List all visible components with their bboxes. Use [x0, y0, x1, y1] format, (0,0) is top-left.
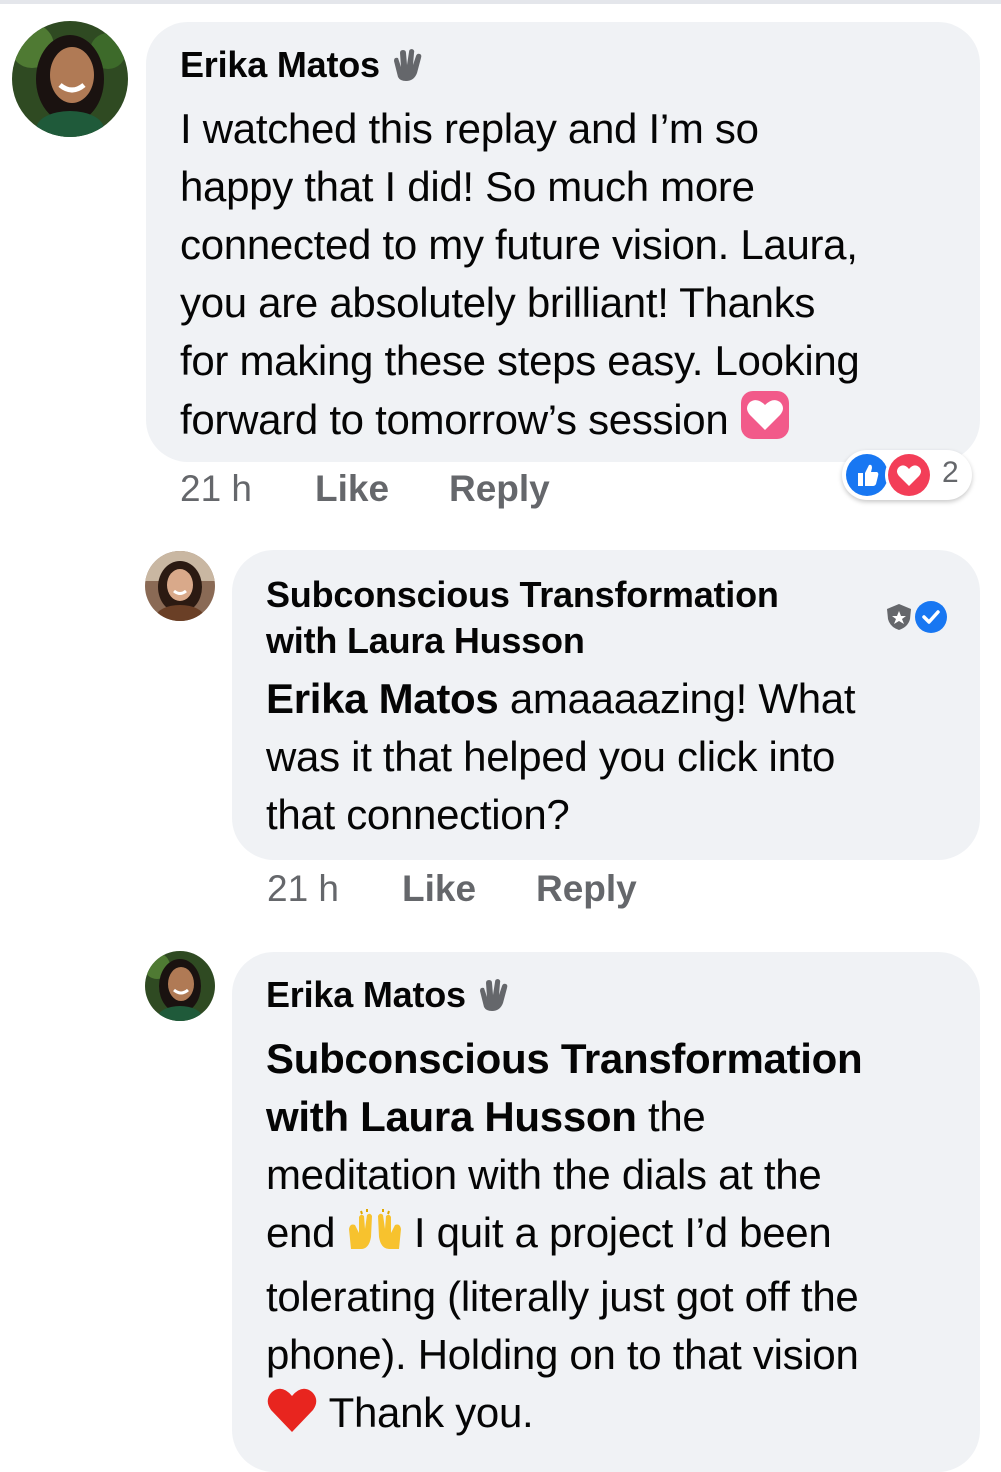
like-button[interactable]: Like	[315, 468, 389, 510]
avatar-erika-matos[interactable]	[12, 21, 128, 137]
raising-hands-emoji	[347, 1209, 403, 1268]
reaction-count: 2	[942, 456, 959, 489]
red-heart-emoji	[266, 1385, 318, 1450]
reactions-summary[interactable]: 2	[842, 450, 972, 500]
top-divider	[0, 0, 1001, 4]
comment-body: I watched this replay and I’m so happy t…	[180, 100, 980, 455]
mention-link[interactable]: with Laura Husson	[266, 1093, 637, 1140]
reply-button[interactable]: Reply	[449, 468, 550, 510]
comment-timestamp[interactable]: 21 h	[267, 868, 339, 910]
reply-button[interactable]: Reply	[536, 868, 637, 910]
comment-body: Erika Matos amaaaazing! What was it that…	[266, 675, 856, 838]
comment-body: Subconscious Transformation with Laura H…	[266, 1030, 980, 1450]
love-reaction-icon	[888, 454, 930, 496]
mention-link[interactable]: Erika Matos	[266, 675, 499, 722]
like-button[interactable]: Like	[402, 868, 476, 910]
verified-check-icon	[914, 600, 948, 639]
avatar-laura-husson[interactable]	[145, 551, 215, 621]
reply-bubble: Subconscious Transformation with Laura H…	[232, 550, 980, 860]
comment-author[interactable]: Erika Matos	[266, 972, 980, 1024]
comment-bubble: Erika Matos I watched this replay and I’…	[146, 22, 980, 462]
comment-actions: 21 h Like Reply	[267, 868, 667, 914]
waving-hand-icon	[474, 977, 510, 1024]
comment-actions: 21 h Like Reply	[180, 468, 580, 514]
comment-author[interactable]: Subconscious Transformation with Laura H…	[266, 572, 980, 664]
waving-hand-icon	[388, 47, 424, 94]
comment-author[interactable]: Erika Matos	[180, 42, 980, 94]
pink-heart-emoji	[740, 390, 790, 455]
reply-bubble: Erika Matos Subconscious Transformation …	[232, 952, 980, 1472]
like-reaction-icon	[846, 454, 888, 496]
mention-link[interactable]: Subconscious Transformation	[266, 1030, 980, 1088]
avatar-erika-matos[interactable]	[145, 951, 215, 1021]
author-badges	[884, 600, 948, 634]
comment-timestamp[interactable]: 21 h	[180, 468, 252, 510]
admin-shield-icon	[884, 602, 914, 637]
